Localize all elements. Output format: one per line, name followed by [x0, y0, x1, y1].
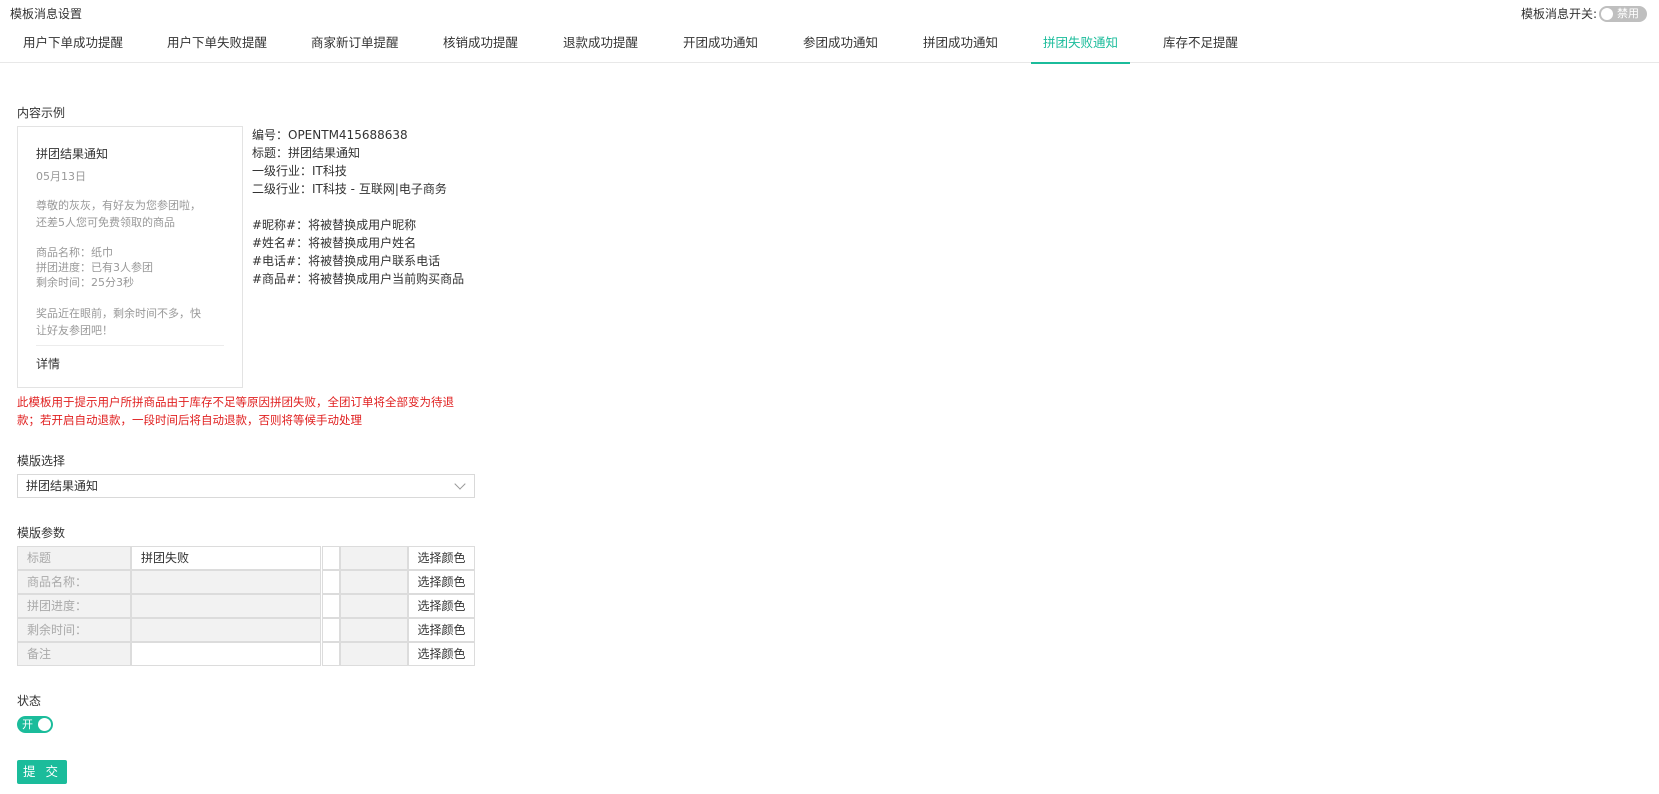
- status-label: 状态: [17, 694, 42, 708]
- info-line: 编号：OPENTM415688638: [252, 128, 408, 142]
- param-value-input[interactable]: [131, 642, 321, 666]
- tab-refund-success[interactable]: 退款成功提醒: [563, 28, 638, 63]
- choose-color-button[interactable]: 选择颜色: [408, 642, 475, 666]
- preview-greeting-line: 还差5人您可免费领取的商品: [36, 216, 175, 229]
- color-swatch: [322, 642, 340, 666]
- template-info: 编号：OPENTM415688638 标题：拼团结果通知 一级行业：IT科技 二…: [252, 126, 464, 288]
- preview-greeting-line: 尊敬的灰灰，有好友为您参团啦，: [36, 199, 201, 212]
- color-swatch: [322, 546, 340, 570]
- preview-remark-line: 奖品近在眼前，剩余时间不多，快: [36, 307, 201, 320]
- warning-line: 此模板用于提示用户所拼商品由于库存不足等原因拼团失败，全团订单将全部变为待退: [17, 395, 454, 409]
- warning-line: 款；若开启自动退款，一段时间后将自动退款，否则将等候手动处理: [17, 413, 362, 427]
- chevron-down-icon: [454, 478, 466, 490]
- toggle-knob: [38, 718, 51, 731]
- param-value-input: [131, 618, 321, 642]
- preview-remark: 奖品近在眼前，剩余时间不多，快 让好友参团吧！: [36, 305, 226, 339]
- color-hex-input: [340, 594, 408, 618]
- choose-color-button[interactable]: 选择颜色: [408, 594, 475, 618]
- info-line: #电话#：将被替换成用户联系电话: [252, 254, 441, 268]
- color-hex-input: [340, 570, 408, 594]
- param-value-input[interactable]: 拼团失败: [131, 546, 321, 570]
- color-hex-input: [340, 546, 408, 570]
- tab-group-open-success[interactable]: 开团成功通知: [683, 28, 758, 63]
- info-line: 标题：拼团结果通知: [252, 146, 361, 160]
- color-swatch: [322, 570, 340, 594]
- preview-field: 拼团进度：已有3人参团: [36, 261, 153, 274]
- preview-divider: [36, 345, 224, 346]
- tab-low-stock[interactable]: 库存不足提醒: [1163, 28, 1238, 63]
- toggle-knob: [1601, 7, 1613, 20]
- param-label: 商品名称：: [17, 570, 131, 594]
- info-line: 一级行业：IT科技: [252, 164, 347, 178]
- color-swatch: [322, 618, 340, 642]
- preview-detail-link[interactable]: 详情: [36, 355, 60, 372]
- page-title: 模板消息设置: [10, 7, 83, 21]
- choose-color-button[interactable]: 选择颜色: [408, 618, 475, 642]
- example-label: 内容示例: [17, 106, 66, 120]
- tab-verify-success[interactable]: 核销成功提醒: [443, 28, 518, 63]
- message-preview-card: 拼团结果通知 05月13日 尊敬的灰灰，有好友为您参团啦， 还差5人您可免费领取…: [17, 126, 243, 388]
- param-value-input: [131, 594, 321, 618]
- param-label: 剩余时间：: [17, 618, 131, 642]
- template-warning: 此模板用于提示用户所拼商品由于库存不足等原因拼团失败，全团订单将全部变为待退 款…: [17, 393, 477, 429]
- choose-color-button[interactable]: 选择颜色: [408, 570, 475, 594]
- preview-remark-line: 让好友参团吧！: [36, 324, 113, 337]
- info-line: #商品#：将被替换成用户当前购买商品: [252, 272, 465, 286]
- color-swatch: [322, 594, 340, 618]
- template-switch-label: 模板消息开关:: [1520, 7, 1597, 21]
- tab-bar: 用户下单成功提醒 用户下单失败提醒 商家新订单提醒 核销成功提醒 退款成功提醒 …: [0, 28, 1659, 64]
- status-toggle-label: 开: [22, 718, 33, 731]
- preview-title: 拼团结果通知: [36, 147, 109, 161]
- preview-greeting: 尊敬的灰灰，有好友为您参团啦， 还差5人您可免费领取的商品: [36, 197, 226, 231]
- template-select-label: 模版选择: [17, 454, 66, 468]
- tab-group-fail[interactable]: 拼团失败通知: [1030, 28, 1131, 64]
- param-label: 标题: [17, 546, 131, 570]
- template-select[interactable]: 拼团结果通知: [17, 474, 475, 498]
- param-label: 拼团进度：: [17, 594, 131, 618]
- preview-field: 商品名称：纸巾: [36, 246, 113, 259]
- template-switch-area: 模板消息开关: 禁用: [1521, 5, 1647, 22]
- info-line: 二级行业：IT科技 - 互联网|电子商务: [252, 182, 447, 196]
- params-label: 模版参数: [17, 526, 66, 540]
- param-label: 备注: [17, 642, 131, 666]
- info-line: #姓名#：将被替换成用户姓名: [252, 236, 417, 250]
- status-toggle[interactable]: 开: [17, 716, 53, 733]
- tab-group-success[interactable]: 拼团成功通知: [923, 28, 998, 63]
- tab-order-success[interactable]: 用户下单成功提醒: [23, 28, 123, 63]
- color-hex-input: [340, 642, 408, 666]
- template-message-toggle[interactable]: 禁用: [1599, 5, 1647, 22]
- preview-date: 05月13日: [36, 170, 86, 183]
- choose-color-button[interactable]: 选择颜色: [408, 546, 475, 570]
- preview-fields: 商品名称：纸巾 拼团进度：已有3人参团 剩余时间：25分3秒: [36, 245, 226, 290]
- color-hex-input: [340, 618, 408, 642]
- template-select-value: 拼团结果通知: [26, 479, 99, 493]
- info-line: #昵称#：将被替换成用户昵称: [252, 218, 417, 232]
- tab-merchant-new-order[interactable]: 商家新订单提醒: [311, 28, 399, 63]
- tab-order-fail[interactable]: 用户下单失败提醒: [167, 28, 267, 63]
- toggle-state-label: 禁用: [1617, 6, 1639, 20]
- submit-button[interactable]: 提 交: [17, 760, 67, 784]
- tab-group-join-success[interactable]: 参团成功通知: [803, 28, 878, 63]
- preview-field: 剩余时间：25分3秒: [36, 276, 134, 289]
- param-value-input: [131, 570, 321, 594]
